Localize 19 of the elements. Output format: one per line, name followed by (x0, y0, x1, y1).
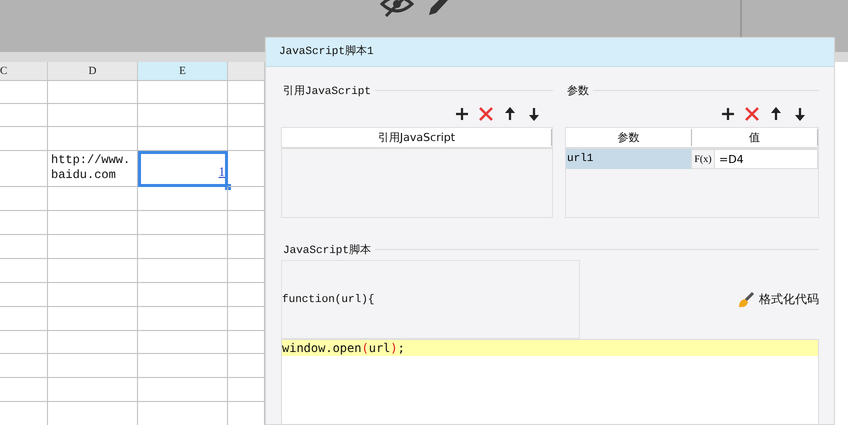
group-label: 引用JavaScript (282, 84, 372, 98)
table-cell[interactable]: url1 (566, 149, 691, 169)
column-header: D (48, 62, 138, 81)
column-header: 引用JavaScript (282, 129, 552, 146)
column-header: 值 (692, 129, 818, 146)
format-code-button[interactable]: 格式化代码 (737, 290, 819, 308)
input-field[interactable]: =D4 (715, 150, 817, 168)
dialog-title: JavaScript脚本1 (266, 38, 834, 67)
formula-button[interactable]: F(x) (692, 150, 714, 168)
column-header: C (0, 62, 48, 81)
column-header: E (138, 62, 228, 81)
code-text: function(url){ (282, 294, 374, 306)
cell-link[interactable]: 1 (218, 164, 225, 180)
table-cell: http://www.baidu.com (48, 151, 138, 187)
column-header: 参数 (566, 129, 692, 146)
table-cell[interactable]: 1 (138, 151, 228, 187)
code-editor[interactable]: window.open(url); (281, 339, 819, 424)
group-label: 参数 (566, 84, 589, 98)
group-label: JavaScript脚本 (282, 243, 372, 256)
